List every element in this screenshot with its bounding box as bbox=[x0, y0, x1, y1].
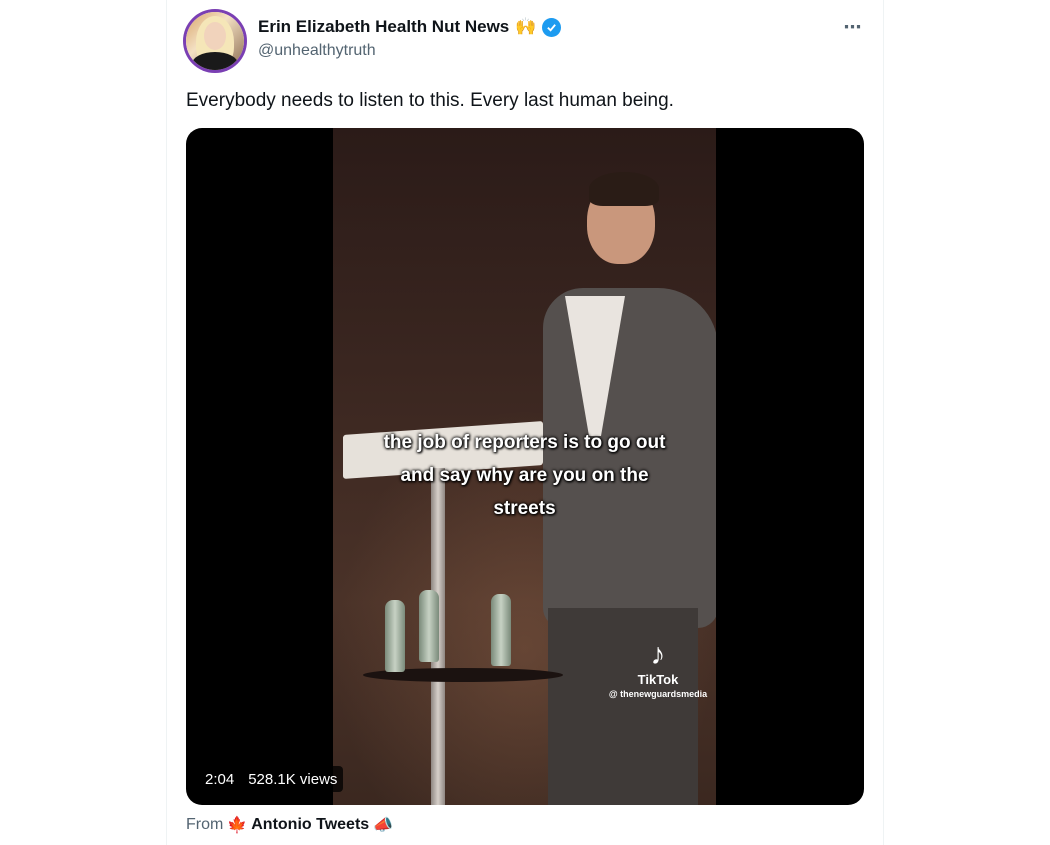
from-label: From bbox=[186, 816, 224, 833]
author-display-name[interactable]: Erin Elizabeth Health Nut News bbox=[258, 17, 509, 37]
caption-line: and say why are you on the bbox=[400, 465, 649, 486]
more-options-icon[interactable]: ⋯ bbox=[840, 14, 866, 40]
water-bottle bbox=[385, 600, 405, 672]
video-view-count: 528.1K views bbox=[248, 770, 338, 788]
source-attribution[interactable]: From 🍁 Antonio Tweets 📣 bbox=[186, 814, 393, 836]
tiktok-username: @ thenewguardsmedia bbox=[608, 689, 708, 699]
video-caption: the job of reporters is to go out and sa… bbox=[333, 426, 716, 525]
speaker-hair bbox=[589, 172, 659, 206]
megaphone-icon: 📣 bbox=[373, 817, 394, 834]
raising-hands-emoji: 🙌 bbox=[515, 17, 537, 36]
avatar-face bbox=[204, 22, 226, 50]
author-avatar[interactable] bbox=[186, 12, 244, 70]
tweet-text: Everybody needs to listen to this. Every… bbox=[186, 90, 674, 111]
water-pitcher bbox=[419, 590, 439, 662]
maple-leaf-icon: 🍁 bbox=[227, 817, 248, 834]
source-account-name[interactable]: Antonio Tweets bbox=[251, 816, 369, 834]
video-player[interactable]: the job of reporters is to go out and sa… bbox=[186, 128, 864, 805]
caption-line: streets bbox=[493, 498, 556, 519]
verified-badge-icon bbox=[542, 17, 562, 37]
tiktok-brand: TikTok bbox=[637, 672, 679, 687]
avatar-body bbox=[192, 52, 238, 70]
author-name-row[interactable]: Erin Elizabeth Health Nut News 🙌 bbox=[258, 16, 562, 38]
video-duration: 2:04 bbox=[205, 770, 235, 788]
speaker-pants bbox=[548, 608, 698, 805]
caption-line: the job of reporters is to go out bbox=[383, 432, 666, 453]
tiktok-logo-icon: ♪ bbox=[650, 638, 666, 671]
author-handle[interactable]: @unhealthytruth bbox=[258, 42, 376, 60]
tiktok-watermark: ♪ TikTok @ thenewguardsmedia bbox=[603, 638, 713, 700]
video-frame: the job of reporters is to go out and sa… bbox=[333, 128, 716, 805]
water-bottle bbox=[491, 594, 511, 666]
video-stats-badge: 2:04 528.1K views bbox=[199, 766, 344, 792]
